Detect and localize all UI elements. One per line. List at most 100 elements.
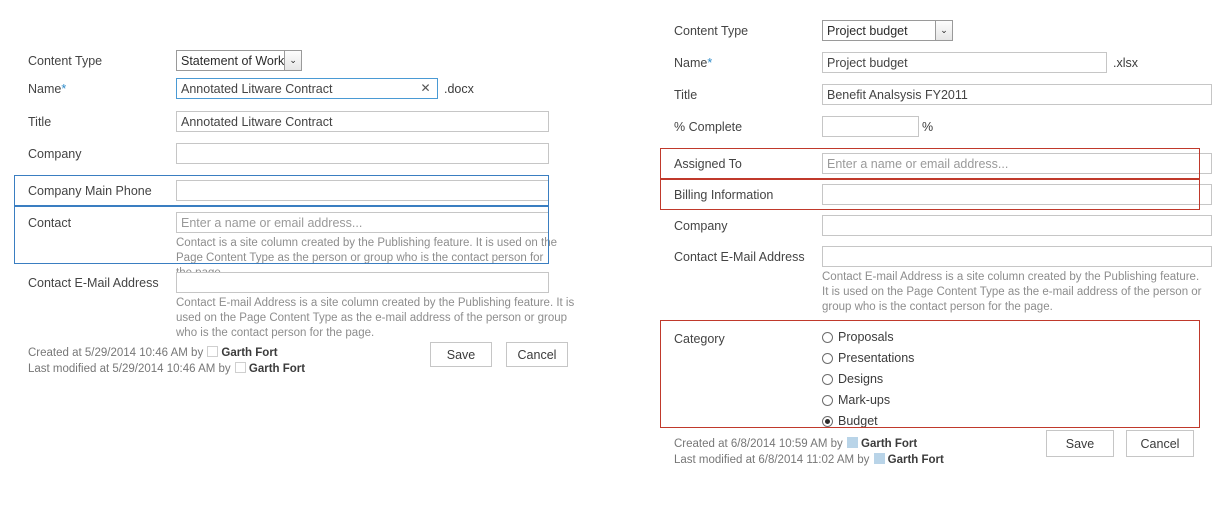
label-content-type: Content Type <box>674 24 749 38</box>
label-assigned-to: Assigned To <box>674 157 742 171</box>
label-name-text: Name <box>674 56 708 70</box>
clear-icon[interactable]: ✕ <box>418 81 433 96</box>
content-type-dropdown[interactable]: Project budget ⌄ <box>822 20 953 41</box>
row-company: Company <box>660 210 1212 242</box>
contact-email-hint: Contact E-mail Address is a site column … <box>176 297 575 339</box>
name-input[interactable] <box>176 78 438 99</box>
company-control <box>822 215 1212 236</box>
save-button[interactable]: Save <box>1046 430 1114 457</box>
assigned-to-control <box>822 153 1212 174</box>
created-by-user[interactable]: Garth Fort <box>861 438 917 450</box>
category-option-2[interactable]: Designs <box>822 370 1212 388</box>
row-title: Title <box>14 111 574 143</box>
content-type-control: Project budget ⌄ <box>822 20 1212 41</box>
chevron-down-icon[interactable]: ⌄ <box>284 51 301 70</box>
row-category: Category Proposals Presentations Designs Ma… <box>660 320 1212 428</box>
category-option-label: Designs <box>838 372 884 386</box>
modified-text: Last modified at 6/8/2014 11:02 AM <box>674 454 855 466</box>
company-input[interactable] <box>822 215 1212 236</box>
contact-email-input[interactable] <box>176 272 549 293</box>
name-extension: .xlsx <box>1113 55 1138 70</box>
audit-metadata: Created at 6/8/2014 10:59 AM by Garth Fo… <box>674 436 944 468</box>
modified-line: Last modified at 6/8/2014 11:02 AM by Ga… <box>674 452 944 468</box>
category-option-0[interactable]: Proposals <box>822 328 1212 346</box>
category-radio-group[interactable]: Proposals Presentations Designs Mark-ups Bud… <box>822 328 1212 430</box>
presence-icon <box>847 437 859 448</box>
row-billing-information: Billing Information <box>660 179 1212 210</box>
required-marker: * <box>707 56 713 70</box>
save-button[interactable]: Save <box>430 342 492 367</box>
row-percent-complete: % Complete % <box>660 116 1212 148</box>
content-type-value: Project budget <box>827 23 908 38</box>
radio-unchecked-icon[interactable] <box>822 352 833 364</box>
radio-unchecked-icon[interactable] <box>822 331 833 343</box>
row-name: Name* .xlsx <box>660 52 1212 84</box>
chevron-down-icon[interactable]: ⌄ <box>935 21 952 40</box>
name-control: .xlsx <box>822 52 1212 73</box>
created-by-user[interactable]: Garth Fort <box>221 347 277 359</box>
modified-by-user[interactable]: Garth Fort <box>249 363 305 375</box>
company-input[interactable] <box>176 143 549 164</box>
name-extension: .docx <box>444 81 474 96</box>
cancel-button[interactable]: Cancel <box>1126 430 1194 457</box>
contact-people-picker[interactable] <box>176 212 549 233</box>
row-assigned-to: Assigned To <box>660 148 1212 179</box>
row-company-main-phone: Company Main Phone <box>14 175 574 206</box>
assigned-to-people-picker[interactable] <box>822 153 1212 174</box>
audit-metadata: Created at 5/29/2014 10:46 AM by Garth F… <box>28 345 305 377</box>
presence-icon <box>207 346 219 357</box>
radio-unchecked-icon[interactable] <box>822 373 833 385</box>
category-option-3[interactable]: Mark-ups <box>822 391 1212 409</box>
label-percent-complete: % Complete <box>674 120 743 134</box>
label-billing-information: Billing Information <box>674 188 774 202</box>
label-contact: Contact <box>28 216 72 230</box>
company-control <box>176 143 574 164</box>
company-main-phone-input[interactable] <box>176 180 549 201</box>
document-properties-form-right: Content Type Project budget ⌄ Name* .xls… <box>660 20 1212 482</box>
form-actions-left: Save Cancel <box>430 342 568 367</box>
radio-unchecked-icon[interactable] <box>822 394 833 406</box>
label-company-main-phone: Company Main Phone <box>28 184 152 198</box>
name-input[interactable] <box>822 52 1107 73</box>
modified-by-user[interactable]: Garth Fort <box>888 454 944 466</box>
category-option-label: Mark-ups <box>838 393 891 407</box>
form-actions-right: Save Cancel <box>1046 430 1194 457</box>
title-input[interactable] <box>822 84 1212 105</box>
label-title: Title <box>674 88 698 102</box>
title-input[interactable] <box>176 111 549 132</box>
footer-left: Created at 5/29/2014 10:46 AM by Garth F… <box>14 338 574 389</box>
created-by-prefix: by <box>830 438 843 450</box>
label-name: Name* <box>14 78 176 97</box>
contact-email-control: Contact E-mail Address is a site column … <box>176 272 574 341</box>
created-text: Created at 5/29/2014 10:46 AM <box>28 347 188 359</box>
created-line: Created at 6/8/2014 10:59 AM by Garth Fo… <box>674 436 944 452</box>
label-title: Title <box>28 115 52 129</box>
row-contact: Contact Contact is a site column created… <box>14 206 574 279</box>
label-company: Company <box>28 147 82 161</box>
row-contact-email: Contact E-Mail Address Contact E-mail Ad… <box>14 266 574 341</box>
billing-information-input[interactable] <box>822 184 1212 205</box>
created-by-prefix: by <box>191 347 204 359</box>
contact-email-control: Contact E-mail Address is a site column … <box>822 246 1212 315</box>
category-option-1[interactable]: Presentations <box>822 349 1212 367</box>
content-type-dropdown[interactable]: Statement of Work ⌄ <box>176 50 302 71</box>
cancel-button[interactable]: Cancel <box>506 342 568 367</box>
row-contact-email: Contact E-Mail Address Contact E-mail Ad… <box>660 242 1212 320</box>
row-content-type: Content Type Statement of Work ⌄ <box>14 50 574 78</box>
label-name: Name* <box>660 52 822 71</box>
row-company: Company <box>14 143 574 175</box>
radio-checked-icon[interactable] <box>822 415 833 427</box>
content-type-value: Statement of Work <box>181 53 285 68</box>
category-option-label: Proposals <box>838 330 894 344</box>
presence-icon <box>234 362 246 373</box>
row-content-type: Content Type Project budget ⌄ <box>660 20 1212 52</box>
title-control <box>176 111 574 132</box>
category-option-label: Budget <box>838 414 878 428</box>
row-title: Title <box>660 84 1212 116</box>
percent-complete-input[interactable] <box>822 116 919 137</box>
contact-email-input[interactable] <box>822 246 1212 267</box>
category-option-label: Presentations <box>838 351 915 365</box>
required-marker: * <box>61 82 67 96</box>
row-name: Name* ✕ .docx <box>14 78 574 111</box>
created-line: Created at 5/29/2014 10:46 AM by Garth F… <box>28 345 305 361</box>
